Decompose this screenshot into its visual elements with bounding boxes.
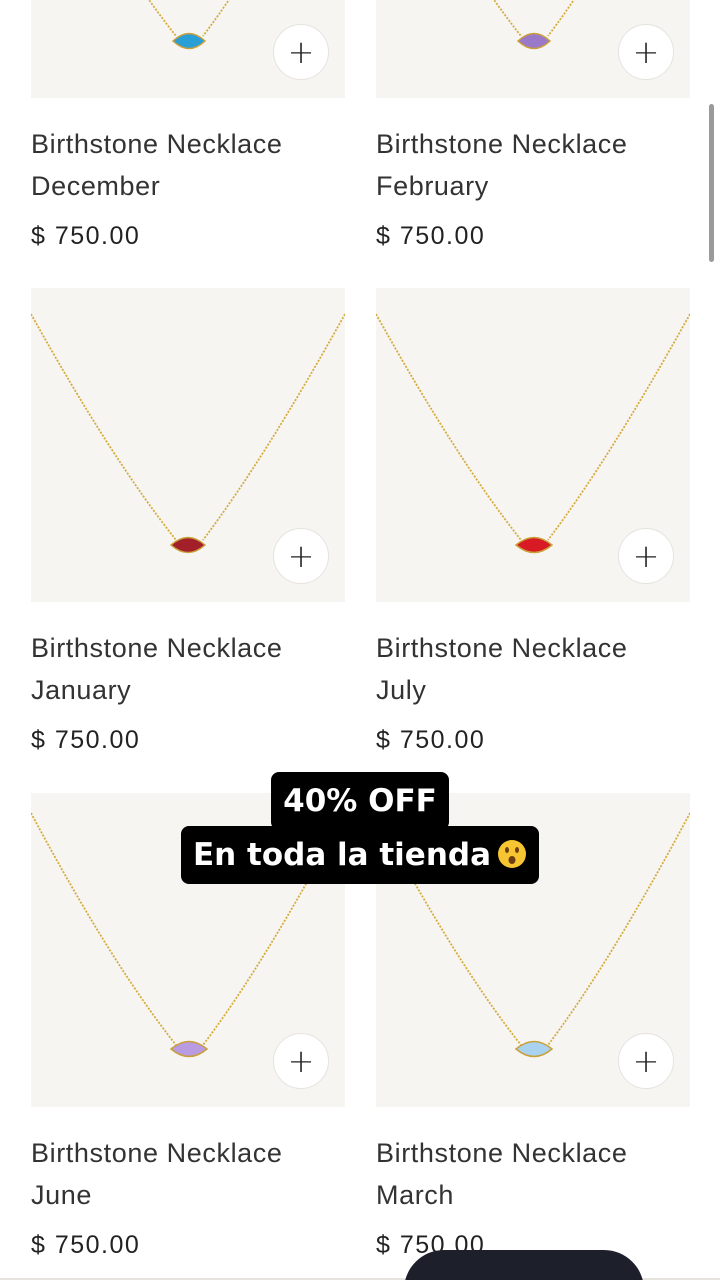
product-name-line1[interactable]: Birthstone Necklace (31, 1132, 345, 1174)
add-to-cart-button[interactable]: + (273, 528, 329, 584)
add-to-cart-button[interactable]: + (618, 24, 674, 80)
product-price: $ 750.00 (376, 222, 486, 250)
floating-action-bar[interactable] (404, 1250, 644, 1280)
promo-overlay: 40% OFF En toda la tienda (0, 772, 720, 884)
product-name-line2[interactable]: January (31, 669, 345, 711)
plus-icon: + (287, 1042, 315, 1080)
plus-icon: + (287, 537, 315, 575)
product-name-line2[interactable]: March (376, 1174, 690, 1216)
promo-subtitle: En toda la tienda (180, 826, 540, 884)
product-name-line1[interactable]: Birthstone Necklace (376, 1132, 690, 1174)
gemstone-icon (169, 536, 207, 554)
product-name-line1[interactable]: Birthstone Necklace (31, 627, 345, 669)
product-name-line2[interactable]: June (31, 1174, 345, 1216)
product-name-line2[interactable]: February (376, 165, 690, 207)
add-to-cart-button[interactable]: + (273, 1033, 329, 1089)
product-name-line1[interactable]: Birthstone Necklace (31, 123, 345, 165)
gemstone-icon (514, 1040, 554, 1058)
product-price: $ 750.00 (31, 222, 141, 250)
promo-subtitle-text: En toda la tienda (192, 837, 492, 873)
promo-discount-text: 40% OFF (271, 772, 449, 830)
add-to-cart-button[interactable]: + (618, 528, 674, 584)
add-to-cart-button[interactable]: + (273, 24, 329, 80)
scrollbar[interactable] (709, 104, 714, 262)
product-name-line2[interactable]: July (376, 669, 690, 711)
gemstone-icon (169, 1040, 209, 1058)
gemstone-icon (514, 536, 554, 554)
hushed-face-emoji-icon (498, 840, 527, 868)
product-price: $ 750.00 (376, 726, 486, 754)
plus-icon: + (287, 33, 315, 71)
product-name-line1[interactable]: Birthstone Necklace (376, 123, 690, 165)
product-price: $ 750.00 (31, 726, 141, 754)
product-price: $ 750.00 (31, 1231, 141, 1259)
plus-icon: + (632, 537, 660, 575)
add-to-cart-button[interactable]: + (618, 1033, 674, 1089)
plus-icon: + (632, 1042, 660, 1080)
product-name-line2[interactable]: December (31, 165, 345, 207)
plus-icon: + (632, 33, 660, 71)
product-name-line1[interactable]: Birthstone Necklace (376, 627, 690, 669)
gemstone-icon (516, 32, 552, 50)
gemstone-icon (171, 32, 207, 50)
product-grid-page: + Birthstone Necklace December $ 750.00 … (0, 0, 720, 1280)
